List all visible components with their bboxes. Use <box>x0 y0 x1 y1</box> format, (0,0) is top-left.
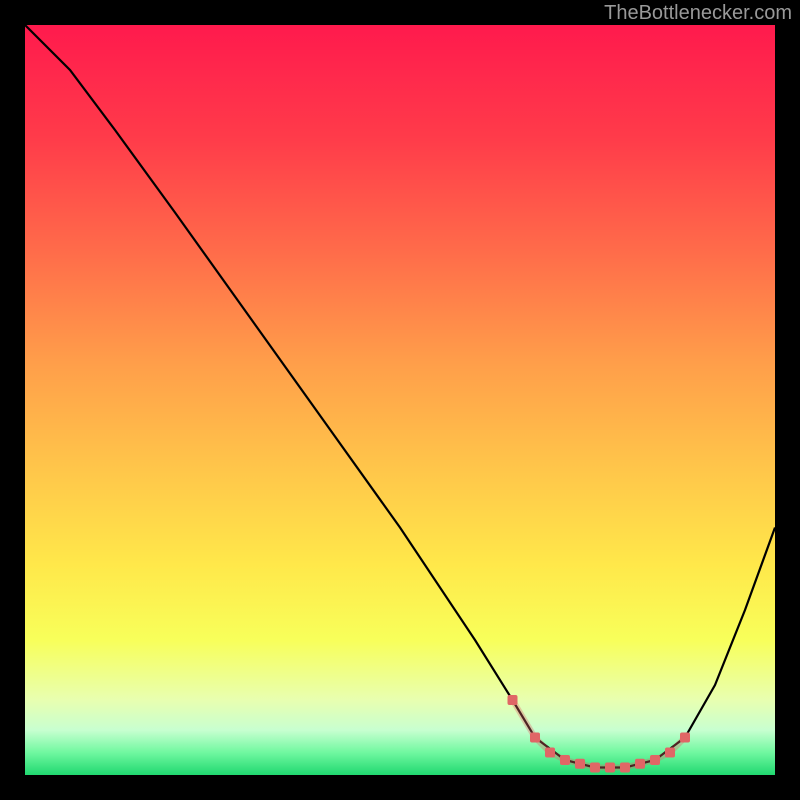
optimal-marker <box>575 759 585 769</box>
bottleneck-curve <box>25 25 775 768</box>
optimal-marker <box>545 748 555 758</box>
optimal-marker <box>650 755 660 765</box>
optimal-marker-group <box>508 695 691 773</box>
curve-layer <box>25 25 775 775</box>
watermark-text: TheBottlenecker.com <box>604 2 792 25</box>
optimal-marker <box>605 763 615 773</box>
optimal-marker <box>680 733 690 743</box>
optimal-marker <box>635 759 645 769</box>
optimal-marker <box>665 748 675 758</box>
chart-container <box>25 25 775 775</box>
optimal-marker <box>530 733 540 743</box>
optimal-marker <box>508 695 518 705</box>
optimal-marker <box>590 763 600 773</box>
optimal-marker <box>560 755 570 765</box>
optimal-marker <box>620 763 630 773</box>
